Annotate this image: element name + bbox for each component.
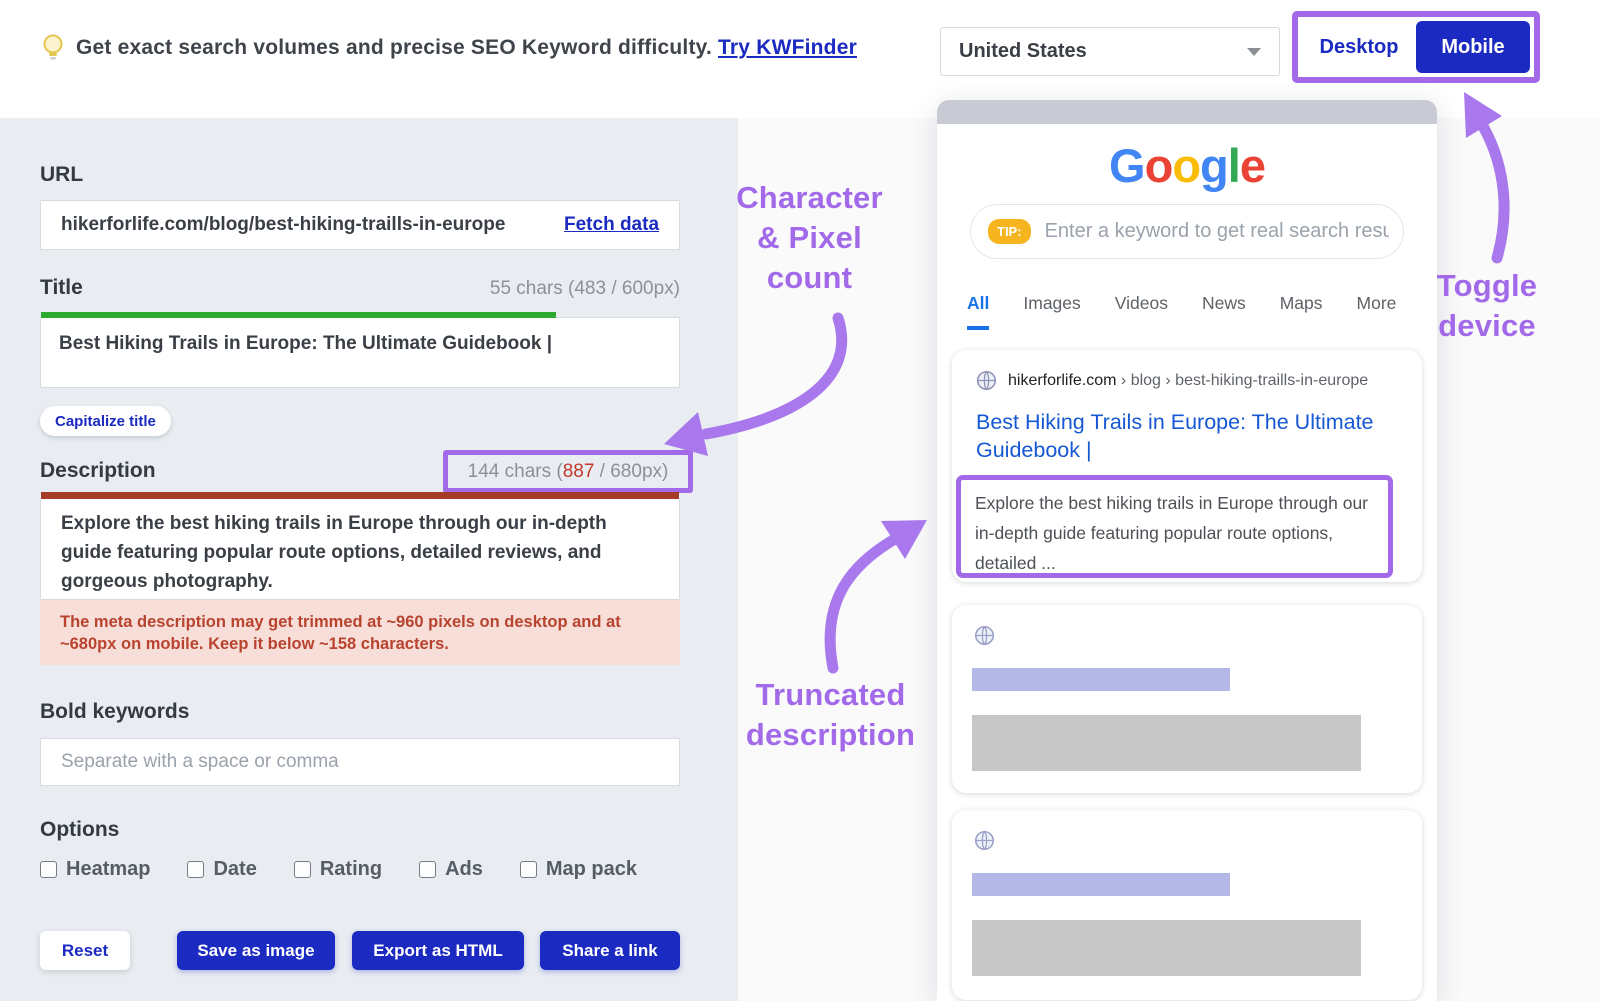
option-label: Heatmap xyxy=(66,858,150,881)
logo-letter: g xyxy=(1200,139,1228,192)
globe-icon xyxy=(976,370,997,391)
fetch-data-link[interactable]: Fetch data xyxy=(564,214,659,236)
share-a-link-button[interactable]: Share a link xyxy=(540,931,680,970)
options-row: Heatmap Date Rating Ads Map pack xyxy=(40,858,637,881)
description-input[interactable]: Explore the best hiking trails in Europe… xyxy=(40,498,680,600)
description-label: Description xyxy=(40,459,156,483)
skeleton-description-bar xyxy=(972,715,1361,771)
option-map-pack[interactable]: Map pack xyxy=(520,858,637,881)
rating-checkbox[interactable] xyxy=(294,861,311,878)
desc-counter-pixels: 887 xyxy=(563,461,595,483)
globe-icon xyxy=(974,830,995,851)
serp-result-description-highlight: Explore the best hiking trails in Europe… xyxy=(956,475,1393,578)
tab-maps[interactable]: Maps xyxy=(1280,293,1323,330)
tab-news[interactable]: News xyxy=(1202,293,1246,330)
url-label: URL xyxy=(40,163,83,187)
breadcrumb-domain: hikerforlife.com xyxy=(1008,372,1116,389)
kwfinder-link[interactable]: Try KWFinder xyxy=(718,36,857,59)
serp-skeleton-card xyxy=(952,810,1422,1000)
logo-letter: o xyxy=(1145,139,1173,192)
description-char-counter-highlight: 144 chars (887 / 680px) xyxy=(443,450,693,493)
title-input[interactable]: Best Hiking Trails in Europe: The Ultima… xyxy=(40,317,680,388)
option-label: Rating xyxy=(320,858,382,881)
skeleton-description-bar xyxy=(972,920,1361,976)
desktop-toggle-button[interactable]: Desktop xyxy=(1302,21,1416,73)
serp-skeleton-card xyxy=(952,605,1422,793)
breadcrumb-path: › blog › best-hiking-traills-in-europe xyxy=(1116,372,1368,389)
annotation-line: count xyxy=(712,258,907,298)
header-promo-text: Get exact search volumes and precise SEO… xyxy=(76,36,857,60)
serp-simulator-page: Get exact search volumes and precise SEO… xyxy=(0,0,1600,1001)
country-select-value: United States xyxy=(959,40,1087,63)
editor-panel: URL Fetch data Title 55 chars (483 / 600… xyxy=(0,118,738,1001)
bold-keywords-input[interactable] xyxy=(40,738,680,786)
phone-status-bar xyxy=(937,100,1437,124)
heatmap-checkbox[interactable] xyxy=(40,861,57,878)
device-toggle-highlight: Desktop Mobile xyxy=(1292,11,1540,83)
annotation-line: Character xyxy=(712,178,907,218)
annotation-line: Toggle xyxy=(1422,266,1552,306)
tab-images[interactable]: Images xyxy=(1023,293,1080,330)
title-label: Title xyxy=(40,276,83,300)
skeleton-title-bar xyxy=(972,873,1230,896)
skeleton-title-bar xyxy=(972,668,1230,691)
bold-keywords-label: Bold keywords xyxy=(40,700,189,724)
export-as-html-button[interactable]: Export as HTML xyxy=(352,931,524,970)
annotation-line: & Pixel xyxy=(712,218,907,258)
map-pack-checkbox[interactable] xyxy=(520,861,537,878)
mobile-toggle-button[interactable]: Mobile xyxy=(1416,21,1530,73)
logo-letter: o xyxy=(1172,139,1200,192)
option-ads[interactable]: Ads xyxy=(419,858,483,881)
option-rating[interactable]: Rating xyxy=(294,858,382,881)
option-label: Date xyxy=(213,858,256,881)
promo-text: Get exact search volumes and precise SEO… xyxy=(76,36,718,59)
description-warning: The meta description may get trimmed at … xyxy=(40,600,680,665)
serp-tabs: All Images Videos News Maps More xyxy=(967,293,1396,330)
keyword-search-input[interactable] xyxy=(1045,220,1389,243)
logo-letter: l xyxy=(1228,139,1240,192)
tab-videos[interactable]: Videos xyxy=(1115,293,1168,330)
lightbulb-icon xyxy=(40,33,66,68)
logo-letter: G xyxy=(1109,139,1145,192)
title-length-bar xyxy=(41,312,556,318)
country-select[interactable]: United States xyxy=(940,27,1280,76)
tab-more[interactable]: More xyxy=(1357,293,1397,330)
desc-counter-prefix: 144 chars ( xyxy=(468,461,563,483)
chevron-down-icon xyxy=(1247,48,1261,56)
annotation-line: device xyxy=(1422,306,1552,346)
breadcrumb: hikerforlife.com › blog › best-hiking-tr… xyxy=(976,370,1368,391)
globe-icon xyxy=(974,625,995,646)
title-char-counter: 55 chars (483 / 600px) xyxy=(490,278,680,300)
option-label: Map pack xyxy=(546,858,637,881)
description-length-bar xyxy=(41,492,679,499)
annotation-character-pixel-count: Character & Pixel count xyxy=(712,178,907,298)
option-heatmap[interactable]: Heatmap xyxy=(40,858,150,881)
options-label: Options xyxy=(40,818,119,842)
breadcrumb-text: hikerforlife.com › blog › best-hiking-tr… xyxy=(1008,372,1368,390)
option-date[interactable]: Date xyxy=(187,858,256,881)
serp-search-box[interactable]: TIP: xyxy=(970,204,1404,259)
annotation-line: description xyxy=(728,715,933,755)
tip-badge: TIP: xyxy=(988,219,1031,244)
google-logo: Google xyxy=(937,138,1437,193)
desc-counter-suffix: / 680px) xyxy=(594,461,668,483)
option-label: Ads xyxy=(445,858,483,881)
serp-result-card: hikerforlife.com › blog › best-hiking-tr… xyxy=(952,350,1422,582)
logo-letter: e xyxy=(1240,139,1265,192)
tab-all[interactable]: All xyxy=(967,293,989,330)
reset-button[interactable]: Reset xyxy=(40,931,130,970)
date-checkbox[interactable] xyxy=(187,861,204,878)
annotation-toggle-device: Toggle device xyxy=(1422,266,1552,346)
capitalize-title-button[interactable]: Capitalize title xyxy=(40,406,171,436)
save-as-image-button[interactable]: Save as image xyxy=(177,931,335,970)
annotation-line: Truncated xyxy=(728,675,933,715)
annotation-truncated-description: Truncated description xyxy=(728,675,933,755)
serp-result-title[interactable]: Best Hiking Trails in Europe: The Ultima… xyxy=(976,408,1388,464)
serp-preview-phone: Google TIP: All Images Videos News Maps … xyxy=(937,100,1437,1001)
ads-checkbox[interactable] xyxy=(419,861,436,878)
